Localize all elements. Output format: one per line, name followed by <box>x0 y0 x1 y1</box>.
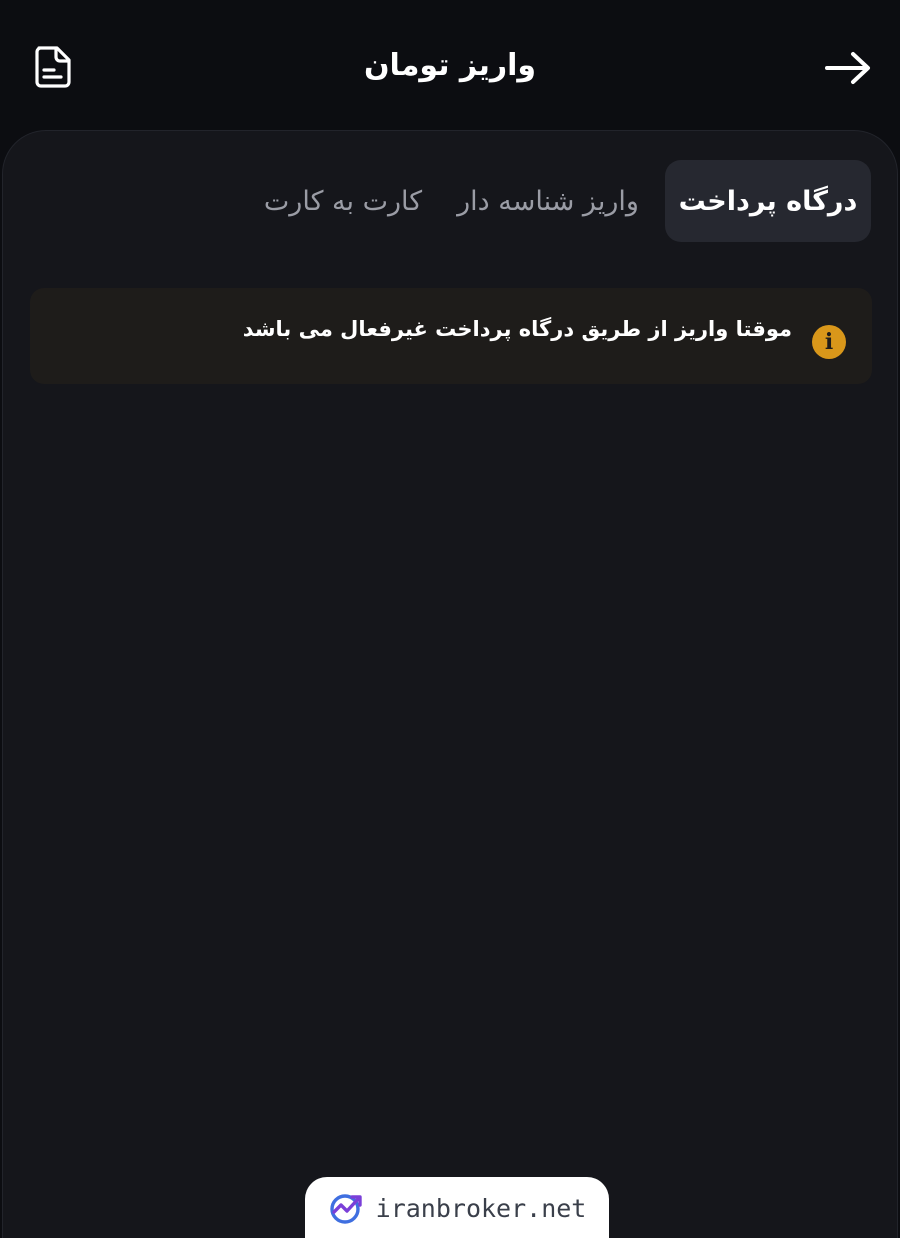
notice-text: موقتا واریز از طریق درگاه پرداخت غیرفعال… <box>242 317 792 341</box>
gateway-disabled-notice: i موقتا واریز از طریق درگاه پرداخت غیرفع… <box>30 288 872 384</box>
chart-logo-icon <box>329 1194 362 1224</box>
tab-card-to-card[interactable]: کارت به کارت <box>255 160 431 242</box>
page-title: واریز تومان <box>363 48 537 83</box>
arrow-right-icon <box>825 52 870 84</box>
tab-payment-gateway[interactable]: درگاه پرداخت <box>665 160 871 242</box>
watermark-text: iranbroker.net <box>375 1193 587 1223</box>
watermark: iranbroker.net <box>305 1177 609 1238</box>
tab-id-deposit[interactable]: واریز شناسه دار <box>431 160 665 242</box>
page: واریز تومان درگاه پرداخت واریز شناسه دار… <box>0 0 900 1238</box>
deposit-card: درگاه پرداخت واریز شناسه دار کارت به کار… <box>2 130 898 1238</box>
header: واریز تومان <box>0 0 900 132</box>
deposit-method-tabs: درگاه پرداخت واریز شناسه دار کارت به کار… <box>3 159 871 243</box>
back-button[interactable] <box>818 44 878 92</box>
info-icon: i <box>812 325 846 359</box>
